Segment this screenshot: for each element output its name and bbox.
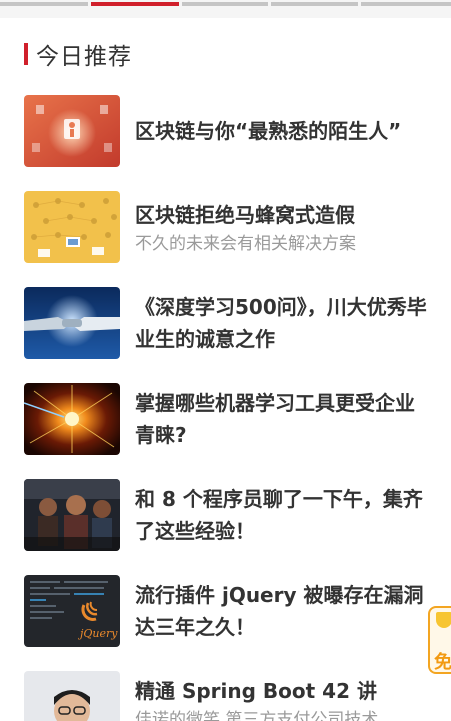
tab-indicator-3[interactable] <box>182 2 268 6</box>
article-title[interactable]: 流行插件 jQuery 被曝存在漏洞达三年之久！ <box>135 579 434 643</box>
article-title[interactable]: 区块链与你“最熟悉的陌生人” <box>135 115 434 147</box>
article-title[interactable]: 和 8 个程序员聊了一下午，集齐了这些经验！ <box>135 483 434 547</box>
free-badge-label: 免 <box>434 652 451 673</box>
article-title[interactable]: 掌握哪些机器学习工具更受企业青睐? <box>135 387 434 451</box>
article-title[interactable]: 区块链拒绝马蜂窝式造假 <box>135 199 434 231</box>
programmers-photo-thumbnail <box>24 479 120 551</box>
tab-indicator-4[interactable] <box>271 2 358 6</box>
free-badge-button[interactable]: 免 <box>428 606 451 674</box>
article-item[interactable]: 《深度学习500问》，川大优秀毕业生的诚意之作 <box>24 287 434 359</box>
author-portrait-thumbnail <box>24 671 120 721</box>
article-title[interactable]: 精通 Spring Boot 42 讲 <box>135 675 434 707</box>
svg-text:jQuery: jQuery <box>77 627 118 640</box>
section-header: 今日推荐 <box>24 40 132 70</box>
gift-icon <box>436 612 451 628</box>
article-title[interactable]: 《深度学习500问》，川大优秀毕业生的诚意之作 <box>135 291 434 355</box>
isometric-network-thumbnail <box>24 191 120 263</box>
article-item[interactable]: 掌握哪些机器学习工具更受企业青睐? <box>24 383 434 455</box>
tab-indicator-bar <box>0 0 451 18</box>
article-item[interactable]: jQuery 流行插件 jQuery 被曝存在漏洞达三年之久！ <box>24 575 434 647</box>
robot-handshake-thumbnail <box>24 287 120 359</box>
section-title: 今日推荐 <box>36 44 132 70</box>
article-item[interactable]: 区块链与你“最熟悉的陌生人” <box>24 95 434 167</box>
energy-burst-thumbnail <box>24 383 120 455</box>
article-subtitle: 不久的未来会有相关解决方案 <box>135 234 356 254</box>
tab-indicator-5[interactable] <box>361 2 451 6</box>
article-subtitle: 佳诺的微笑 第三方支付公司技术 <box>135 710 379 721</box>
tab-indicator-2-active[interactable] <box>91 2 179 6</box>
section-accent-bar <box>24 43 28 65</box>
tab-indicator-1[interactable] <box>0 2 88 6</box>
jquery-logo-thumbnail: jQuery <box>24 575 120 647</box>
article-item[interactable]: 和 8 个程序员聊了一下午，集齐了这些经验！ <box>24 479 434 551</box>
blockchain-person-thumbnail <box>24 95 120 167</box>
article-item[interactable]: 精通 Spring Boot 42 讲 佳诺的微笑 第三方支付公司技术 <box>24 671 434 721</box>
article-item[interactable]: 区块链拒绝马蜂窝式造假 不久的未来会有相关解决方案 <box>24 191 434 263</box>
